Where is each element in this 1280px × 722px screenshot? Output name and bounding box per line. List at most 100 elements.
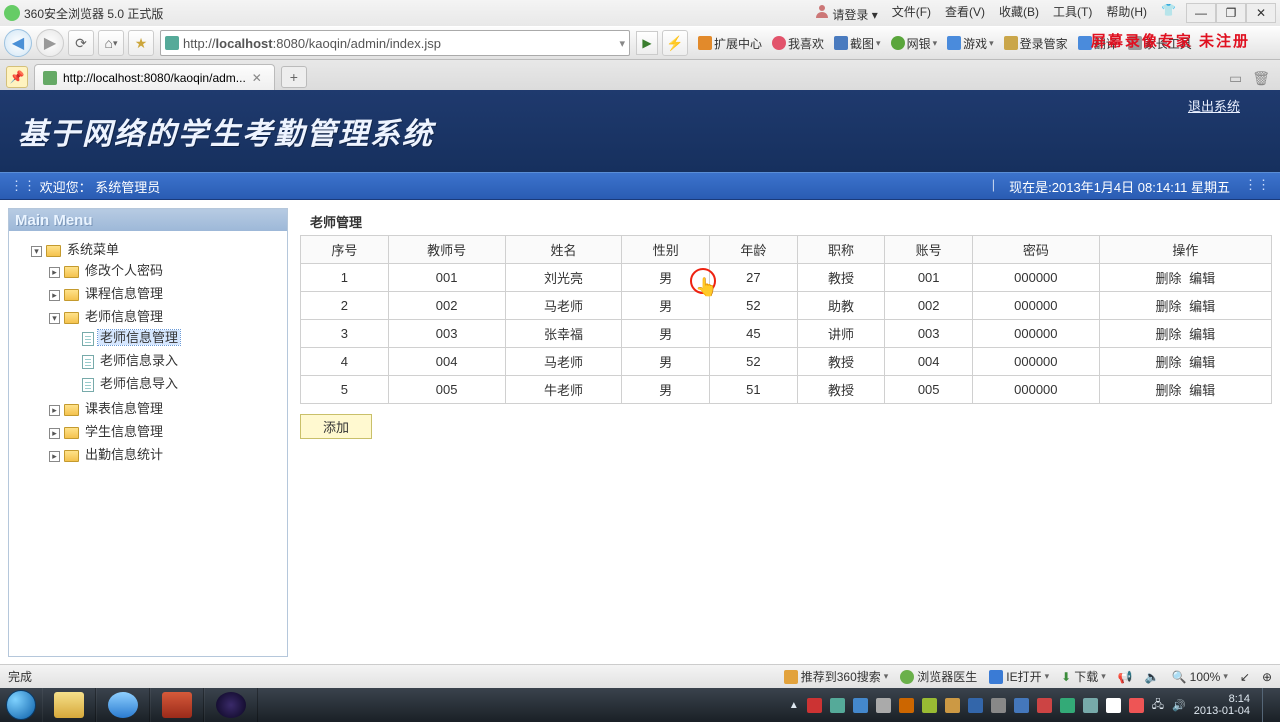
- table-cell: 4: [301, 348, 389, 376]
- status-restore-icon[interactable]: ↙: [1240, 670, 1250, 684]
- tray-icon[interactable]: [830, 698, 845, 713]
- edit-link[interactable]: 编辑: [1189, 271, 1215, 286]
- compat-button[interactable]: ⚡: [662, 30, 688, 56]
- table-cell: 52: [710, 292, 798, 320]
- tool-screenshot[interactable]: 截图▾: [834, 35, 881, 52]
- tray-icon[interactable]: [1014, 698, 1029, 713]
- logout-link[interactable]: 退出系统: [1188, 96, 1240, 115]
- tree-leaf[interactable]: 老师信息管理: [67, 325, 283, 348]
- tree-item[interactable]: ▸课表信息管理: [49, 396, 283, 419]
- add-button[interactable]: 添加: [300, 414, 372, 439]
- edit-link[interactable]: 编辑: [1189, 383, 1215, 398]
- tray-clock[interactable]: 8:14 2013-01-04: [1194, 693, 1250, 717]
- edit-link[interactable]: 编辑: [1189, 299, 1215, 314]
- task-briefcase[interactable]: [150, 688, 204, 722]
- table-cell: 004: [885, 348, 973, 376]
- tray-vol-icon[interactable]: 🔊: [1172, 699, 1186, 712]
- tree-item[interactable]: ▸修改个人密码: [49, 258, 283, 281]
- table-cell: 000000: [973, 292, 1100, 320]
- tray-icon[interactable]: [899, 698, 914, 713]
- tray-icon[interactable]: [1129, 698, 1144, 713]
- status-ie-open[interactable]: IE打开 ▾: [989, 668, 1049, 685]
- tree-leaf[interactable]: 老师信息录入: [67, 348, 283, 371]
- expand-icon[interactable]: ▸: [49, 267, 60, 278]
- tray-icon[interactable]: [1060, 698, 1075, 713]
- restore-tabs-icon[interactable]: ▭: [1229, 70, 1242, 87]
- tool-login-mgr[interactable]: 登录管家: [1004, 35, 1068, 52]
- nav-back-button[interactable]: ◀: [4, 29, 32, 57]
- skin-icon[interactable]: 👕: [1161, 3, 1176, 23]
- delete-link[interactable]: 删除: [1156, 299, 1182, 314]
- tree-leaf[interactable]: 老师信息导入: [67, 371, 283, 394]
- teacher-table: 序号教师号姓名性别年龄职称账号密码操作 1001刘光亮男27教授00100000…: [300, 235, 1272, 404]
- trash-icon[interactable]: 🗑: [1252, 70, 1270, 87]
- menu-tools[interactable]: 工具(T): [1053, 3, 1092, 23]
- expand-icon[interactable]: ▸: [49, 290, 60, 301]
- login-link[interactable]: 请登录 ▾: [814, 3, 877, 23]
- tray-icon[interactable]: [922, 698, 937, 713]
- tab-active[interactable]: http://localhost:8080/kaoqin/adm... ✕: [34, 64, 275, 90]
- url-bar[interactable]: http://localhost:8080/kaoqin/admin/index…: [160, 30, 630, 56]
- tree-root[interactable]: ▾系统菜单 ▸修改个人密码▸课程信息管理▾老师信息管理老师信息管理老师信息录入老…: [31, 237, 283, 467]
- tab-close-button[interactable]: ✕: [252, 71, 266, 85]
- window-minimize-button[interactable]: —: [1186, 3, 1216, 23]
- home-button[interactable]: ⌂▾: [98, 30, 124, 56]
- tray-icon[interactable]: [853, 698, 868, 713]
- new-tab-button[interactable]: +: [281, 66, 307, 88]
- tray-icon[interactable]: [1106, 698, 1121, 713]
- tray-icon[interactable]: [1037, 698, 1052, 713]
- edit-link[interactable]: 编辑: [1189, 355, 1215, 370]
- delete-link[interactable]: 删除: [1156, 327, 1182, 342]
- status-recommend[interactable]: 推荐到360搜索 ▾: [784, 668, 889, 685]
- task-eclipse[interactable]: [204, 688, 258, 722]
- tree-item[interactable]: ▾老师信息管理老师信息管理老师信息录入老师信息导入: [49, 304, 283, 396]
- pinned-tab[interactable]: 📌: [6, 66, 28, 88]
- tray-icon[interactable]: [968, 698, 983, 713]
- task-ie[interactable]: [96, 688, 150, 722]
- status-zoom[interactable]: 🔍 100% ▾: [1172, 670, 1228, 684]
- delete-link[interactable]: 删除: [1156, 355, 1182, 370]
- tool-ext[interactable]: 扩展中心: [698, 35, 762, 52]
- menu-favorite[interactable]: 收藏(B): [999, 3, 1039, 23]
- page-content: 基于网络的学生考勤管理系统 退出系统 ⋮⋮ 欢迎您： 系统管理员 | 现在是:2…: [0, 90, 1280, 665]
- menu-view[interactable]: 查看(V): [945, 3, 985, 23]
- expand-icon[interactable]: ▾: [49, 313, 60, 324]
- tool-like[interactable]: 我喜欢: [772, 35, 824, 52]
- status-sound-icon[interactable]: 🔈: [1145, 670, 1160, 684]
- delete-link[interactable]: 删除: [1156, 383, 1182, 398]
- status-plus-icon[interactable]: ⊕: [1262, 670, 1272, 684]
- menu-file[interactable]: 文件(F): [892, 3, 931, 23]
- delete-link[interactable]: 删除: [1156, 271, 1182, 286]
- start-button[interactable]: [0, 688, 42, 722]
- expand-icon[interactable]: ▸: [49, 451, 60, 462]
- status-doctor[interactable]: 浏览器医生: [900, 668, 977, 685]
- tray-icon[interactable]: [1083, 698, 1098, 713]
- window-close-button[interactable]: ✕: [1246, 3, 1276, 23]
- task-explorer[interactable]: [42, 688, 96, 722]
- show-desktop-button[interactable]: [1262, 688, 1272, 722]
- favorite-button[interactable]: ★: [128, 30, 154, 56]
- status-mute-icon[interactable]: 📢: [1118, 670, 1133, 684]
- status-download[interactable]: ⬇下载 ▾: [1061, 668, 1106, 685]
- menu-help[interactable]: 帮助(H): [1106, 3, 1147, 23]
- tray-icon[interactable]: [807, 698, 822, 713]
- tray-icon[interactable]: [876, 698, 891, 713]
- tree-item[interactable]: ▸出勤信息统计: [49, 442, 283, 465]
- tray-icon[interactable]: [991, 698, 1006, 713]
- reload-button[interactable]: ⟳: [68, 30, 94, 56]
- window-maximize-button[interactable]: ❐: [1216, 3, 1246, 23]
- panel-title: 老师管理: [300, 208, 1272, 235]
- tool-ebank[interactable]: 网银▾: [891, 35, 938, 52]
- nav-forward-button[interactable]: ▶: [36, 29, 64, 57]
- edit-link[interactable]: 编辑: [1189, 327, 1215, 342]
- tray-net-icon[interactable]: 🖧: [1152, 696, 1164, 715]
- tree-item[interactable]: ▸学生信息管理: [49, 419, 283, 442]
- expand-icon[interactable]: ▸: [49, 428, 60, 439]
- tree-item[interactable]: ▸课程信息管理: [49, 281, 283, 304]
- expand-icon[interactable]: ▸: [49, 405, 60, 416]
- tray-icon[interactable]: [945, 698, 960, 713]
- expand-icon[interactable]: ▾: [31, 246, 42, 257]
- url-go-button[interactable]: ▶: [636, 31, 658, 55]
- tray-up-icon[interactable]: ▲: [789, 700, 799, 711]
- tool-game[interactable]: 游戏▾: [947, 35, 994, 52]
